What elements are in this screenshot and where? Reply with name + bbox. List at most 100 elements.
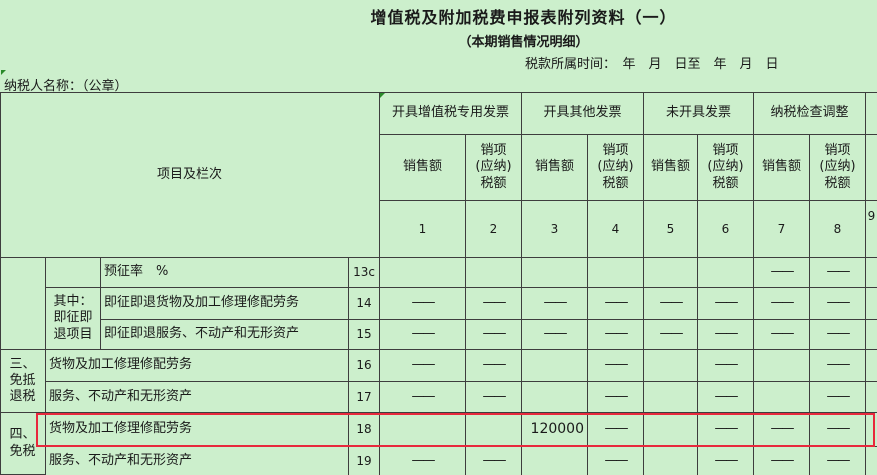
group-four-label: 四、免税 [0, 413, 46, 475]
row-13c-col5[interactable] [644, 258, 698, 288]
row-19-label: 服务、不动产和无形资产 [46, 447, 349, 475]
row-16-line: 16 [349, 350, 380, 382]
row-17-line: 17 [349, 382, 380, 413]
header-sales-amount: 销售额 [380, 135, 466, 201]
col-number-6: 6 [698, 201, 754, 258]
row-16-col6: —— [698, 350, 754, 382]
row-19-col9 [866, 447, 877, 475]
form-title: 增值税及附加税费申报表附列资料（一） [370, 8, 677, 27]
row-19-col6: —— [698, 447, 754, 475]
group-zhongji-label: 其中：即征即退项目 [46, 288, 101, 350]
row-15-label: 即征即退服务、不动产和无形资产 [101, 320, 349, 350]
row-16-col4: —— [588, 350, 644, 382]
col-number-4: 4 [588, 201, 644, 258]
row-14-col8: —— [810, 288, 866, 320]
row-17-col7[interactable] [754, 382, 810, 413]
row-16-col5[interactable] [644, 350, 698, 382]
row-13c-col7: —— [754, 258, 810, 288]
row-13c-col1[interactable] [380, 258, 466, 288]
row-19-col5[interactable] [644, 447, 698, 475]
header-sales-amount: 销售额 [644, 135, 698, 201]
row-15-col9 [866, 320, 877, 350]
row-13c-col3[interactable] [522, 258, 588, 288]
header-output-tax: 销项(应纳)税额 [810, 135, 866, 201]
row-19-line: 19 [349, 447, 380, 475]
col-number-3: 3 [522, 201, 588, 258]
row-18-col2[interactable] [466, 413, 522, 447]
row-15-col7: —— [754, 320, 810, 350]
row-14-col2: —— [466, 288, 522, 320]
row-13c-col9 [866, 258, 877, 288]
header-group-other-invoice: 开具其他发票 [522, 93, 644, 135]
row-18-col7: —— [754, 413, 810, 447]
row-18-label: 货物及加工修理修配劳务 [46, 413, 349, 447]
row-17-col1: —— [380, 382, 466, 413]
row-14-col3: —— [522, 288, 588, 320]
row-13c-col8: —— [810, 258, 866, 288]
row-16-col3[interactable] [522, 350, 588, 382]
header-group-special-invoice: 开具增值税专用发票 [380, 93, 522, 135]
row-14-line: 14 [349, 288, 380, 320]
form-subtitle: （本期销售情况明细） [458, 35, 589, 50]
row-18-col6: —— [698, 413, 754, 447]
header-project: 项目及栏次 [0, 93, 380, 258]
row-16-col1: —— [380, 350, 466, 382]
row-16-col8: —— [810, 350, 866, 382]
row-14-col7: —— [754, 288, 810, 320]
row-16-col7[interactable] [754, 350, 810, 382]
row-17-col4: —— [588, 382, 644, 413]
row-19-col2: —— [466, 447, 522, 475]
row-13c-label: 预征率 % [101, 258, 349, 288]
header-output-tax: 销项(应纳)税额 [698, 135, 754, 201]
row-15-col3: —— [522, 320, 588, 350]
row-16-label: 货物及加工修理修配劳务 [46, 350, 349, 382]
group-blank-13c [46, 258, 101, 288]
col-number-8: 8 [810, 201, 866, 258]
row-19-col3[interactable] [522, 447, 588, 475]
row-15-col5: —— [644, 320, 698, 350]
row-15-col1: —— [380, 320, 466, 350]
row-18-col3-value[interactable]: 120000 [522, 413, 588, 447]
row-18-line: 18 [349, 413, 380, 447]
row-14-col9 [866, 288, 877, 320]
group-three-label: 三、免抵退税 [0, 350, 46, 413]
row-14-col1: —— [380, 288, 466, 320]
row-13c-col2[interactable] [466, 258, 522, 288]
col-number-1: 1 [380, 201, 466, 258]
row-18-col5[interactable] [644, 413, 698, 447]
row-13c-col6[interactable] [698, 258, 754, 288]
col-number-7: 7 [754, 201, 810, 258]
col-number-9: 9 [866, 201, 877, 258]
row-17-col5[interactable] [644, 382, 698, 413]
row-14-col5: —— [644, 288, 698, 320]
row-17-col3[interactable] [522, 382, 588, 413]
header-sales-amount: 销售额 [754, 135, 810, 201]
row-14-col6: —— [698, 288, 754, 320]
header-group-inspection: 纳税检查调整 [754, 93, 866, 135]
row-19-col7: —— [754, 447, 810, 475]
row-19-col4: —— [588, 447, 644, 475]
row-18-col9 [866, 413, 877, 447]
header-output-tax: 销项(应纳)税额 [466, 135, 522, 201]
row-13c-col4[interactable] [588, 258, 644, 288]
row-14-col4: —— [588, 288, 644, 320]
row-13c-line: 13c [349, 258, 380, 288]
row-15-col2: —— [466, 320, 522, 350]
row-18-col1[interactable] [380, 413, 466, 447]
row-16-col2: —— [466, 350, 522, 382]
col-number-5: 5 [644, 201, 698, 258]
row-17-col9 [866, 382, 877, 413]
row-17-col8: —— [810, 382, 866, 413]
row-15-line: 15 [349, 320, 380, 350]
tax-period: 税款所属时间： 年 月 日至 年 月 日 [525, 57, 779, 72]
row-15-col6: —— [698, 320, 754, 350]
header-group-no-invoice: 未开具发票 [644, 93, 754, 135]
row-15-col4: —— [588, 320, 644, 350]
row-19-col1: —— [380, 447, 466, 475]
header-group-extra [866, 93, 877, 135]
row-16-col9 [866, 350, 877, 382]
col-number-2: 2 [466, 201, 522, 258]
row-17-label: 服务、不动产和无形资产 [46, 382, 349, 413]
row-18-col4: —— [588, 413, 644, 447]
group-blank [0, 258, 46, 350]
